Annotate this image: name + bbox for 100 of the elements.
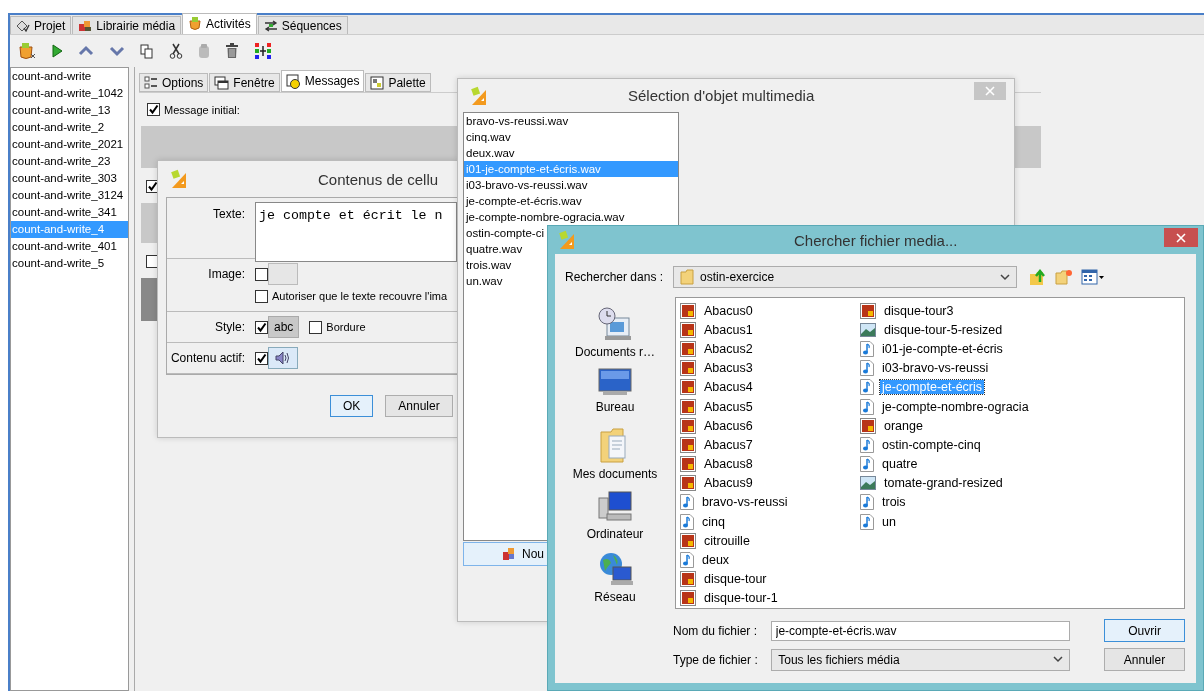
cut-icon[interactable] bbox=[169, 43, 183, 59]
ok-button[interactable]: OK bbox=[330, 395, 374, 417]
message-icon bbox=[285, 73, 301, 89]
sound-button[interactable] bbox=[268, 347, 298, 369]
file-item[interactable]: ostin-compte-cinq bbox=[860, 435, 1060, 455]
close-icon bbox=[985, 86, 995, 96]
media-item[interactable]: je-compte-et-écris.wav bbox=[464, 193, 678, 209]
activity-item[interactable]: count-and-write_401 bbox=[11, 238, 128, 255]
folder-up-icon[interactable] bbox=[1029, 268, 1048, 286]
file-item[interactable]: Abacus4 bbox=[680, 377, 860, 397]
music-file-icon bbox=[680, 513, 694, 530]
media-item[interactable]: cinq.wav bbox=[464, 129, 678, 145]
diamond-icon bbox=[16, 19, 30, 32]
file-item[interactable]: Abacus1 bbox=[680, 320, 860, 340]
checkbox[interactable] bbox=[255, 320, 268, 334]
main-tab[interactable]: Activités bbox=[182, 13, 257, 34]
place-button[interactable]: Réseau bbox=[565, 549, 665, 609]
cancel-button[interactable]: Annuler bbox=[1104, 648, 1185, 671]
close-button[interactable] bbox=[1164, 228, 1198, 247]
filename-field[interactable]: je-compte-et-écris.wav bbox=[770, 620, 1071, 641]
file-item[interactable]: disque-tour-1 bbox=[680, 588, 860, 608]
checkbox[interactable] bbox=[309, 320, 323, 334]
main-tab[interactable]: Séquences bbox=[257, 16, 348, 34]
style-button[interactable]: abc bbox=[268, 316, 300, 338]
panel-tab[interactable]: Palette bbox=[365, 73, 431, 92]
file-item[interactable]: orange bbox=[860, 416, 1060, 436]
close-icon bbox=[1176, 232, 1186, 243]
folder-dropdown[interactable]: ostin-exercice bbox=[673, 266, 1018, 288]
file-item[interactable]: je-compte-nombre-ogracia bbox=[860, 396, 1060, 417]
image-file-icon bbox=[680, 571, 696, 588]
file-item[interactable]: Abacus3 bbox=[680, 358, 860, 378]
copy-icon[interactable] bbox=[140, 43, 154, 59]
file-item[interactable]: disque-tour3 bbox=[860, 301, 1060, 321]
place-button[interactable]: Ordinateur bbox=[565, 488, 665, 548]
file-item[interactable]: trois bbox=[860, 492, 1060, 513]
new-folder-icon[interactable] bbox=[1055, 269, 1074, 285]
speaker-icon bbox=[275, 351, 291, 365]
view-menu-icon[interactable] bbox=[1081, 269, 1106, 285]
activity-item[interactable]: count-and-write_2 bbox=[11, 119, 128, 136]
panel-tab[interactable]: Fenêtre bbox=[209, 73, 280, 92]
activity-item[interactable]: count-and-write_23 bbox=[11, 153, 128, 170]
main-tab[interactable]: Projet bbox=[10, 16, 72, 34]
activity-item[interactable]: count-and-write_303 bbox=[11, 170, 128, 187]
blocks-icon bbox=[78, 19, 93, 32]
file-item[interactable]: Abacus0 bbox=[680, 301, 860, 321]
cancel-button[interactable]: Annuler bbox=[385, 395, 453, 417]
activity-item[interactable]: count-and-write_341 bbox=[11, 204, 128, 221]
checkbox[interactable] bbox=[255, 267, 268, 281]
media-item[interactable]: i03-bravo-vs-reussi.wav bbox=[464, 177, 678, 193]
music-file-icon bbox=[860, 398, 874, 415]
activity-item[interactable]: count-and-write_2021 bbox=[11, 136, 128, 153]
file-item[interactable]: Abacus9 bbox=[680, 473, 860, 493]
field-label: Nom du fichier : bbox=[672, 623, 759, 638]
swap-arrows-icon bbox=[263, 19, 278, 32]
file-item[interactable]: Abacus8 bbox=[680, 454, 860, 474]
place-button[interactable]: Bureau bbox=[565, 366, 665, 426]
file-item[interactable]: Abacus7 bbox=[680, 435, 860, 455]
activity-item[interactable]: count-and-write bbox=[11, 68, 128, 85]
file-item[interactable]: i03-bravo-vs-reussi bbox=[860, 358, 1060, 378]
file-item[interactable]: Abacus6 bbox=[680, 416, 860, 436]
music-file-icon bbox=[860, 340, 874, 357]
file-item[interactable]: citrouille bbox=[680, 531, 860, 551]
panel-tab[interactable]: Options bbox=[139, 73, 209, 92]
media-item[interactable]: deux.wav bbox=[464, 145, 678, 161]
filetype-dropdown[interactable]: Tous les fichiers média bbox=[771, 648, 1070, 671]
file-item[interactable]: tomate-grand-resized bbox=[860, 473, 1060, 493]
file-item[interactable]: disque-tour bbox=[680, 569, 860, 589]
checkbox[interactable] bbox=[255, 351, 268, 365]
file-item[interactable]: bravo-vs-reussi bbox=[680, 492, 860, 513]
text-area[interactable]: je compte et écrit le n bbox=[255, 202, 457, 262]
chevron-up-icon[interactable] bbox=[78, 45, 94, 57]
play-icon[interactable] bbox=[51, 44, 63, 58]
activity-item[interactable]: count-and-write_3124 bbox=[11, 187, 128, 204]
grid-icon[interactable] bbox=[254, 42, 272, 60]
checkbox-label: Message initial: bbox=[164, 103, 240, 116]
image-file-icon bbox=[680, 436, 696, 453]
checkbox[interactable] bbox=[147, 103, 160, 116]
activity-item[interactable]: count-and-write_13 bbox=[11, 102, 128, 119]
place-button[interactable]: Mes documents bbox=[565, 427, 665, 487]
new-activity-icon[interactable] bbox=[18, 42, 36, 60]
file-item[interactable]: quatre bbox=[860, 454, 1060, 474]
file-item[interactable]: deux bbox=[680, 550, 860, 570]
file-item[interactable]: Abacus2 bbox=[680, 339, 860, 359]
set-square-icon bbox=[558, 230, 576, 250]
file-item[interactable]: i01-je-compte-et-écris bbox=[860, 339, 1060, 359]
media-item[interactable]: je-compte-nombre-ogracia.wav bbox=[464, 209, 678, 225]
chevron-down-icon[interactable] bbox=[109, 45, 125, 57]
checkbox[interactable] bbox=[255, 289, 268, 303]
activity-item[interactable]: count-and-write_1042 bbox=[11, 85, 128, 102]
open-button[interactable]: Ouvrir bbox=[1104, 619, 1185, 642]
file-item[interactable]: un bbox=[860, 512, 1060, 532]
media-item[interactable]: bravo-vs-reussi.wav bbox=[464, 113, 678, 129]
main-tab[interactable]: Librairie média bbox=[72, 16, 182, 34]
activity-item[interactable]: count-and-write_5 bbox=[11, 255, 128, 272]
file-item[interactable]: disque-tour-5-resized bbox=[860, 320, 1060, 340]
file-item[interactable]: cinq bbox=[680, 512, 860, 532]
file-item[interactable]: Abacus5 bbox=[680, 396, 860, 417]
trash-icon[interactable] bbox=[225, 43, 239, 59]
place-button[interactable]: Documents r… bbox=[565, 305, 665, 365]
panel-tab[interactable]: Messages bbox=[280, 70, 365, 92]
